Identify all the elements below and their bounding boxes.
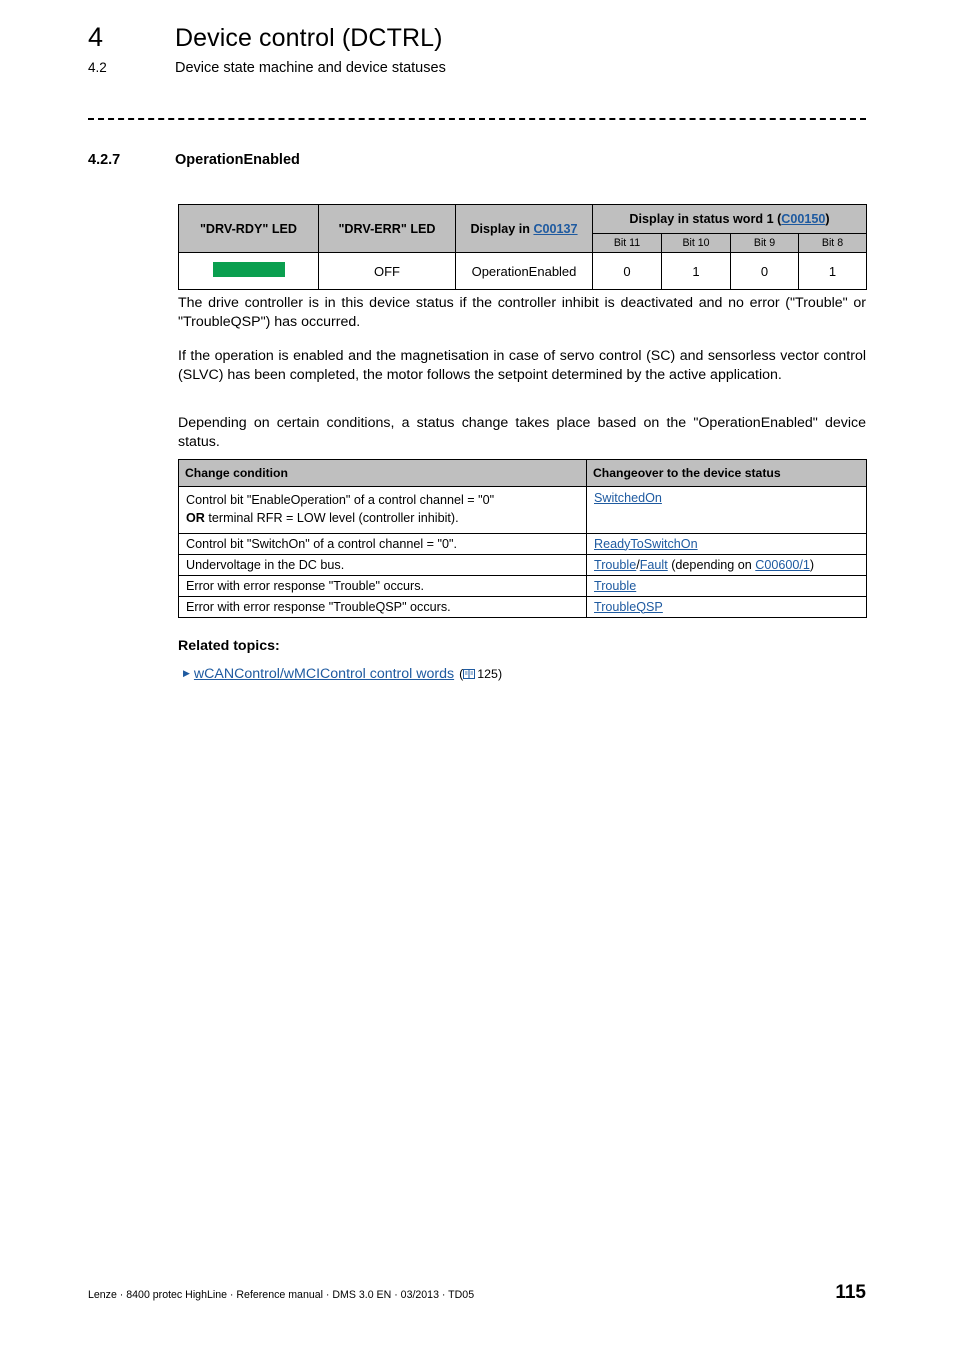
header-bit-10: Bit 10 bbox=[661, 233, 731, 253]
link-switchedon[interactable]: SwitchedOn bbox=[594, 491, 662, 505]
chapter-line: 4 Device control (DCTRL) bbox=[88, 22, 868, 53]
section-line: 4.2 Device state machine and device stat… bbox=[88, 60, 868, 76]
status-table-row: OFF OperationEnabled 0 1 0 1 bbox=[178, 252, 867, 290]
condition-text-line1: Control bit "EnableOperation" of a contr… bbox=[186, 493, 495, 507]
header-section-title: Device state machine and device statuses bbox=[175, 60, 446, 76]
header-status-word-1: Display in status word 1 (C00150) bbox=[592, 204, 867, 234]
changes-table-header-row: Change condition Changeover to the devic… bbox=[178, 459, 867, 487]
header-bit-8: Bit 8 bbox=[798, 233, 867, 253]
table-row: Error with error response "Trouble" occu… bbox=[178, 574, 867, 597]
cell-changeover-switchedon: SwitchedOn bbox=[586, 486, 867, 534]
paragraph-device-status: The drive controller is in this device s… bbox=[178, 295, 866, 331]
triangle-bullet-icon: ▶ bbox=[183, 668, 190, 678]
page-ref-number: 125 bbox=[477, 667, 498, 681]
header-bit-9: Bit 9 bbox=[730, 233, 799, 253]
cell-bit-8: 1 bbox=[798, 252, 867, 290]
cell-condition-error-trouble: Error with error response "Trouble" occu… bbox=[178, 574, 587, 597]
cell-bit-11: 0 bbox=[592, 252, 662, 290]
change-conditions-table: Change condition Changeover to the devic… bbox=[178, 459, 867, 618]
page-reference: (125) bbox=[459, 667, 502, 682]
chapter-number: 4 bbox=[88, 22, 104, 52]
device-status-table: "DRV-RDY" LED "DRV-ERR" LED Display in C… bbox=[178, 204, 867, 290]
header-display-in-c00137: Display in C00137 bbox=[455, 204, 593, 253]
footer-page-number: 115 bbox=[835, 1282, 866, 1303]
header-status-word-suffix: ) bbox=[825, 212, 830, 226]
cell-changeover-trouble-fault: Trouble/Fault (depending on C00600/1) bbox=[586, 553, 867, 576]
header-drv-rdy-led: "DRV-RDY" LED bbox=[178, 204, 319, 253]
cell-condition-switchon: Control bit "SwitchOn" of a control chan… bbox=[178, 532, 587, 555]
cell-changeover-readytoswitchon: ReadyToSwitchOn bbox=[586, 532, 867, 555]
link-troubleqsp[interactable]: TroubleQSP bbox=[594, 600, 663, 614]
header-changeover-status: Changeover to the device status bbox=[586, 459, 867, 487]
section-title: OperationEnabled bbox=[175, 152, 300, 168]
link-fault[interactable]: Fault bbox=[640, 558, 668, 572]
link-trouble[interactable]: Trouble bbox=[594, 558, 636, 572]
paragraph-status-change: Depending on certain conditions, a statu… bbox=[178, 415, 866, 451]
cell-condition-error-troubleqsp: Error with error response "TroubleQSP" o… bbox=[178, 595, 587, 618]
status-table-header-row-1: "DRV-RDY" LED "DRV-ERR" LED Display in C… bbox=[178, 204, 867, 253]
footer-text: Lenze · 8400 protec HighLine · Reference… bbox=[88, 1289, 475, 1301]
page-header: 4 Device control (DCTRL) 4.2 Device stat… bbox=[88, 22, 868, 76]
link-wcancontrol-wmcicontrol[interactable]: wCANControl/wMCIControl control words bbox=[194, 666, 454, 682]
section-number: 4.2.7 bbox=[88, 152, 121, 168]
related-topic-item: ▶ wCANControl/wMCIControl control words … bbox=[183, 666, 502, 682]
table-row: Control bit "EnableOperation" of a contr… bbox=[178, 486, 867, 534]
cell-display-c00137: OperationEnabled bbox=[455, 252, 593, 290]
cell-bit-10: 1 bbox=[661, 252, 731, 290]
link-c00137[interactable]: C00137 bbox=[533, 222, 577, 236]
link-readytoswitchon[interactable]: ReadyToSwitchOn bbox=[594, 537, 698, 551]
related-topics-title: Related topics: bbox=[178, 638, 280, 654]
page-ref-close: ) bbox=[497, 667, 503, 681]
header-section-number: 4.2 bbox=[88, 60, 107, 75]
link-trouble-2[interactable]: Trouble bbox=[594, 579, 636, 593]
header-status-word-prefix: Display in status word 1 ( bbox=[629, 212, 782, 226]
page-footer: Lenze · 8400 protec HighLine · Reference… bbox=[88, 1282, 866, 1304]
paragraph-operation-enabled: If the operation is enabled and the magn… bbox=[178, 348, 866, 384]
chapter-title: Device control (DCTRL) bbox=[175, 24, 443, 52]
header-display-in-label: Display in bbox=[470, 221, 534, 236]
header-change-condition: Change condition bbox=[178, 459, 587, 487]
cell-drv-err-led: OFF bbox=[318, 252, 456, 290]
section-heading: 4.2.7 OperationEnabled bbox=[88, 152, 300, 168]
header-drv-err-led: "DRV-ERR" LED bbox=[318, 204, 456, 253]
cell-bit-9: 0 bbox=[730, 252, 799, 290]
cell-changeover-troubleqsp: TroubleQSP bbox=[586, 595, 867, 618]
book-icon bbox=[463, 668, 476, 682]
table-row: Error with error response "TroubleQSP" o… bbox=[178, 595, 867, 618]
link-c00150[interactable]: C00150 bbox=[781, 212, 825, 226]
table-row: Undervoltage in the DC bus. Trouble/Faul… bbox=[178, 553, 867, 576]
condition-text-line2: terminal RFR = LOW level (controller inh… bbox=[204, 511, 459, 526]
cell-drv-rdy-led bbox=[178, 252, 319, 290]
cell-condition-enable-operation: Control bit "EnableOperation" of a contr… bbox=[178, 486, 587, 534]
led-indicator-green-icon bbox=[212, 262, 285, 277]
header-bit-11: Bit 11 bbox=[592, 233, 662, 253]
condition-operator-or: OR bbox=[186, 511, 205, 526]
cell-changeover-trouble: Trouble bbox=[586, 574, 867, 597]
document-page: 4 Device control (DCTRL) 4.2 Device stat… bbox=[0, 0, 954, 1350]
table-row: Control bit "SwitchOn" of a control chan… bbox=[178, 532, 867, 555]
header-divider bbox=[88, 118, 866, 120]
depending-on-suffix: ) bbox=[809, 557, 815, 572]
cell-condition-undervoltage: Undervoltage in the DC bus. bbox=[178, 553, 587, 576]
link-c00600-1[interactable]: C00600/1 bbox=[755, 558, 810, 572]
depending-on-text: (depending on bbox=[667, 557, 756, 572]
